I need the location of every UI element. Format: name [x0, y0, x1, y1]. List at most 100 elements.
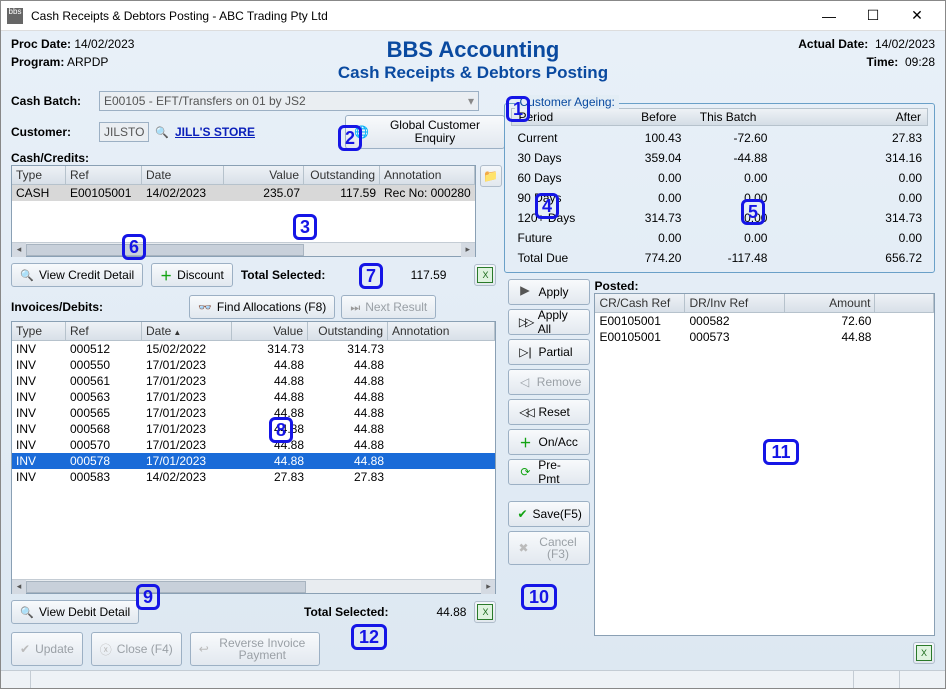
- debits-row[interactable]: INV00057017/01/202344.8844.88: [12, 437, 495, 453]
- credits-total-selected-value: 117.59: [333, 268, 466, 282]
- posted-row[interactable]: E0010500100057344.88: [595, 329, 934, 345]
- credits-grid-header: Type Ref Date Value Outstanding Annotati…: [12, 166, 475, 185]
- close-button[interactable]: ✕: [895, 2, 939, 30]
- cancel-button[interactable]: ✖Cancel (F3): [508, 531, 590, 565]
- chevron-down-icon: ▾: [468, 94, 474, 108]
- debits-export-excel-button[interactable]: [474, 601, 496, 623]
- view-debit-detail-button[interactable]: View Debit Detail: [11, 600, 139, 624]
- customer-code-input[interactable]: JILSTO: [99, 122, 149, 142]
- invoices-debits-label: Invoices/Debits:: [11, 300, 121, 314]
- status-bar: [1, 670, 945, 688]
- next-result-icon: [350, 300, 360, 315]
- undo-icon: ↩: [199, 643, 209, 655]
- time-label: Time:: [867, 55, 899, 69]
- credits-hscroll[interactable]: ◂▸: [12, 242, 475, 256]
- reset-button[interactable]: ◁◁Reset: [508, 399, 590, 425]
- cash-batch-label: Cash Batch:: [11, 94, 93, 108]
- posted-grid-body[interactable]: E0010500100058272.60E0010500100057344.88: [595, 313, 934, 635]
- posted-row[interactable]: E0010500100058272.60: [595, 313, 934, 329]
- callout-11: 11: [763, 439, 799, 465]
- magnifier-icon: [20, 605, 34, 619]
- callout-7: 7: [359, 263, 383, 289]
- ageing-row: Future0.000.000.00: [511, 230, 928, 246]
- credits-total-selected-label: Total Selected:: [241, 268, 325, 282]
- callout-1: 1: [506, 96, 530, 122]
- debits-row[interactable]: INV00055017/01/202344.8844.88: [12, 357, 495, 373]
- customer-name-link[interactable]: JILL'S STORE: [175, 125, 255, 139]
- check-icon: ✔: [20, 642, 30, 656]
- callout-6: 6: [122, 234, 146, 260]
- next-result-button[interactable]: Next Result: [341, 295, 436, 319]
- minimize-button[interactable]: —: [807, 2, 851, 30]
- credits-side-button[interactable]: 📁: [480, 165, 502, 187]
- excel-icon: [916, 645, 932, 661]
- time-value: 09:28: [905, 55, 935, 69]
- customer-ageing-legend: Customer Ageing:: [515, 95, 618, 109]
- debits-row[interactable]: INV00056817/01/202344.8844.88: [12, 421, 495, 437]
- ageing-row: 30 Days359.04-44.88314.16: [511, 150, 928, 166]
- cash-credits-label: Cash/Credits:: [11, 151, 496, 165]
- ageing-header: Period Before This Batch After: [511, 108, 928, 126]
- credits-grid-body[interactable]: CASHE0010500114/02/2023235.07117.59Rec N…: [12, 185, 475, 242]
- x-circle-icon: ⓧ: [100, 641, 112, 658]
- debits-total-selected-value: 44.88: [396, 605, 466, 619]
- on-acc-button[interactable]: ＋On/Acc: [508, 429, 590, 455]
- apply-all-button[interactable]: ▷▷Apply All: [508, 309, 590, 335]
- maximize-button[interactable]: ☐: [851, 2, 895, 30]
- partial-button[interactable]: ▷|Partial: [508, 339, 590, 365]
- folder-icon: 📁: [483, 169, 498, 183]
- app-icon: bbs: [7, 8, 23, 24]
- debits-row[interactable]: INV00058314/02/202327.8327.83: [12, 469, 495, 485]
- posted-grid-header: CR/Cash Ref DR/Inv Ref Amount: [595, 294, 934, 313]
- actual-date-value: 14/02/2023: [875, 37, 935, 51]
- program-value: ARPDP: [67, 55, 108, 69]
- ageing-row: 120+ Days314.730.00314.73: [511, 210, 928, 226]
- sort-asc-icon: ▲: [173, 328, 181, 337]
- close-button-f4[interactable]: ⓧClose (F4): [91, 632, 182, 666]
- callout-5: 5: [741, 199, 765, 225]
- remove-button[interactable]: ◁Remove: [508, 369, 590, 395]
- debits-hscroll[interactable]: ◂▸: [12, 579, 495, 593]
- debits-row[interactable]: INV00056517/01/202344.8844.88: [12, 405, 495, 421]
- ageing-row: 90 Days0.000.000.00: [511, 190, 928, 206]
- update-button[interactable]: ✔Update: [11, 632, 83, 666]
- callout-3: 3: [293, 214, 317, 240]
- app-subtitle: Cash Receipts & Debtors Posting: [242, 63, 704, 83]
- credits-row[interactable]: CASHE0010500114/02/2023235.07117.59Rec N…: [12, 185, 475, 201]
- customer-ageing-panel: Customer Ageing: Period Before This Batc…: [504, 103, 935, 273]
- posted-export-excel-button[interactable]: [913, 642, 935, 664]
- apply-button[interactable]: Apply: [508, 279, 590, 305]
- reverse-invoice-payment-button[interactable]: ↩Reverse Invoice Payment: [190, 632, 320, 666]
- callout-4: 4: [535, 193, 559, 219]
- proc-date-label: Proc Date:: [11, 37, 71, 51]
- app-title: BBS Accounting: [242, 37, 704, 63]
- pre-pmt-button[interactable]: ⟳Pre-Pmt: [508, 459, 590, 485]
- posted-label: Posted:: [594, 279, 935, 293]
- callout-9: 9: [136, 584, 160, 610]
- callout-2: 2: [338, 125, 362, 151]
- credits-export-excel-button[interactable]: [474, 264, 496, 286]
- view-credit-detail-button[interactable]: View Credit Detail: [11, 263, 143, 287]
- global-customer-enquiry-button[interactable]: 🌐 Global Customer Enquiry: [345, 115, 505, 149]
- window-title: Cash Receipts & Debtors Posting - ABC Tr…: [31, 9, 807, 23]
- plus-icon: ＋: [160, 267, 172, 284]
- debits-total-selected-label: Total Selected:: [304, 605, 388, 619]
- debits-grid-header[interactable]: Type Ref Date▲ Value Outstanding Annotat…: [12, 322, 495, 341]
- binoculars-icon: [198, 300, 212, 314]
- save-button[interactable]: ✔Save(F5): [508, 501, 590, 527]
- cash-batch-select[interactable]: E00105 - EFT/Transfers on 01 by JS2 ▾: [99, 91, 479, 111]
- debits-row[interactable]: INV00057817/01/202344.8844.88: [12, 453, 495, 469]
- excel-icon: [477, 604, 493, 620]
- magnifier-icon: [20, 268, 34, 282]
- debits-row[interactable]: INV00051215/02/2022314.73314.73: [12, 341, 495, 357]
- debits-grid-body[interactable]: INV00051215/02/2022314.73314.73INV000550…: [12, 341, 495, 579]
- ageing-row: 60 Days0.000.000.00: [511, 170, 928, 186]
- debits-row[interactable]: INV00056317/01/202344.8844.88: [12, 389, 495, 405]
- find-allocations-button[interactable]: Find Allocations (F8): [189, 295, 335, 319]
- discount-button[interactable]: ＋Discount: [151, 263, 233, 287]
- actual-date-label: Actual Date:: [798, 37, 868, 51]
- lookup-customer-icon[interactable]: [155, 125, 169, 139]
- customer-label: Customer:: [11, 125, 93, 139]
- debits-row[interactable]: INV00056117/01/202344.8844.88: [12, 373, 495, 389]
- ageing-row: Total Due774.20-117.48656.72: [511, 250, 928, 266]
